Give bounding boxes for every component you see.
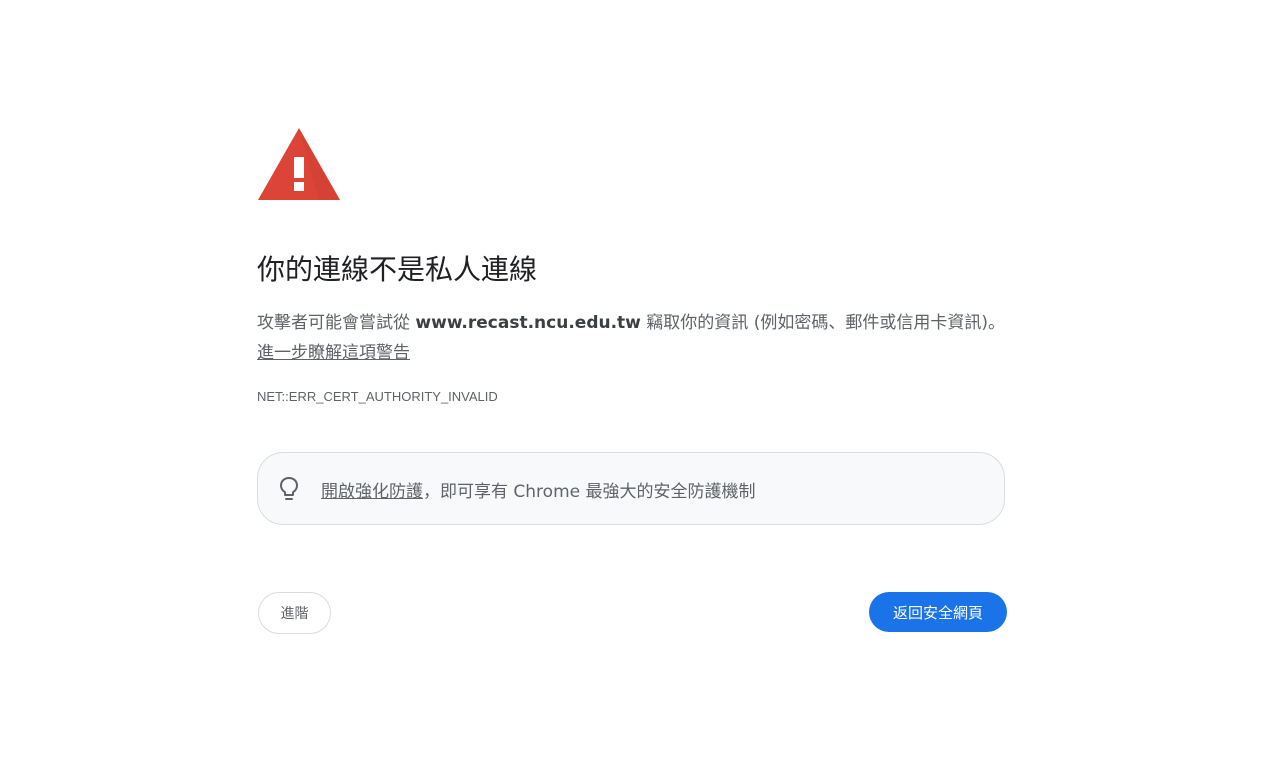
enhanced-protection-link[interactable]: 開啟強化防護 bbox=[321, 482, 423, 502]
security-interstitial-page: 你的連線不是私人連線 攻擊者可能會嘗試從 www.recast.ncu.edu.… bbox=[0, 0, 1264, 779]
page-title: 你的連線不是私人連線 bbox=[257, 253, 538, 286]
promo-text: 開啟強化防護，即可享有 Chrome 最強大的安全防護機制 bbox=[321, 477, 756, 502]
enhanced-protection-promo: 開啟強化防護，即可享有 Chrome 最強大的安全防護機制 bbox=[257, 452, 1005, 525]
lightbulb-icon bbox=[280, 477, 298, 500]
advanced-button[interactable]: 進階 bbox=[258, 592, 331, 634]
explanation-paragraph: 攻擊者可能會嘗試從 www.recast.ncu.edu.tw 竊取你的資訊 (… bbox=[257, 308, 1007, 368]
explanation-prefix: 攻擊者可能會嘗試從 bbox=[257, 313, 416, 333]
warning-triangle-icon bbox=[258, 128, 340, 200]
back-to-safety-button[interactable]: 返回安全網頁 bbox=[869, 592, 1007, 632]
explanation-suffix: 竊取你的資訊 (例如密碼、郵件或信用卡資訊)。 bbox=[640, 313, 1005, 333]
host-name: www.recast.ncu.edu.tw bbox=[415, 313, 641, 333]
learn-more-link[interactable]: 進一步瞭解這項警告 bbox=[257, 343, 410, 363]
error-code: NET::ERR_CERT_AUTHORITY_INVALID bbox=[257, 389, 498, 404]
promo-description: ，即可享有 Chrome 最強大的安全防護機制 bbox=[423, 482, 756, 502]
